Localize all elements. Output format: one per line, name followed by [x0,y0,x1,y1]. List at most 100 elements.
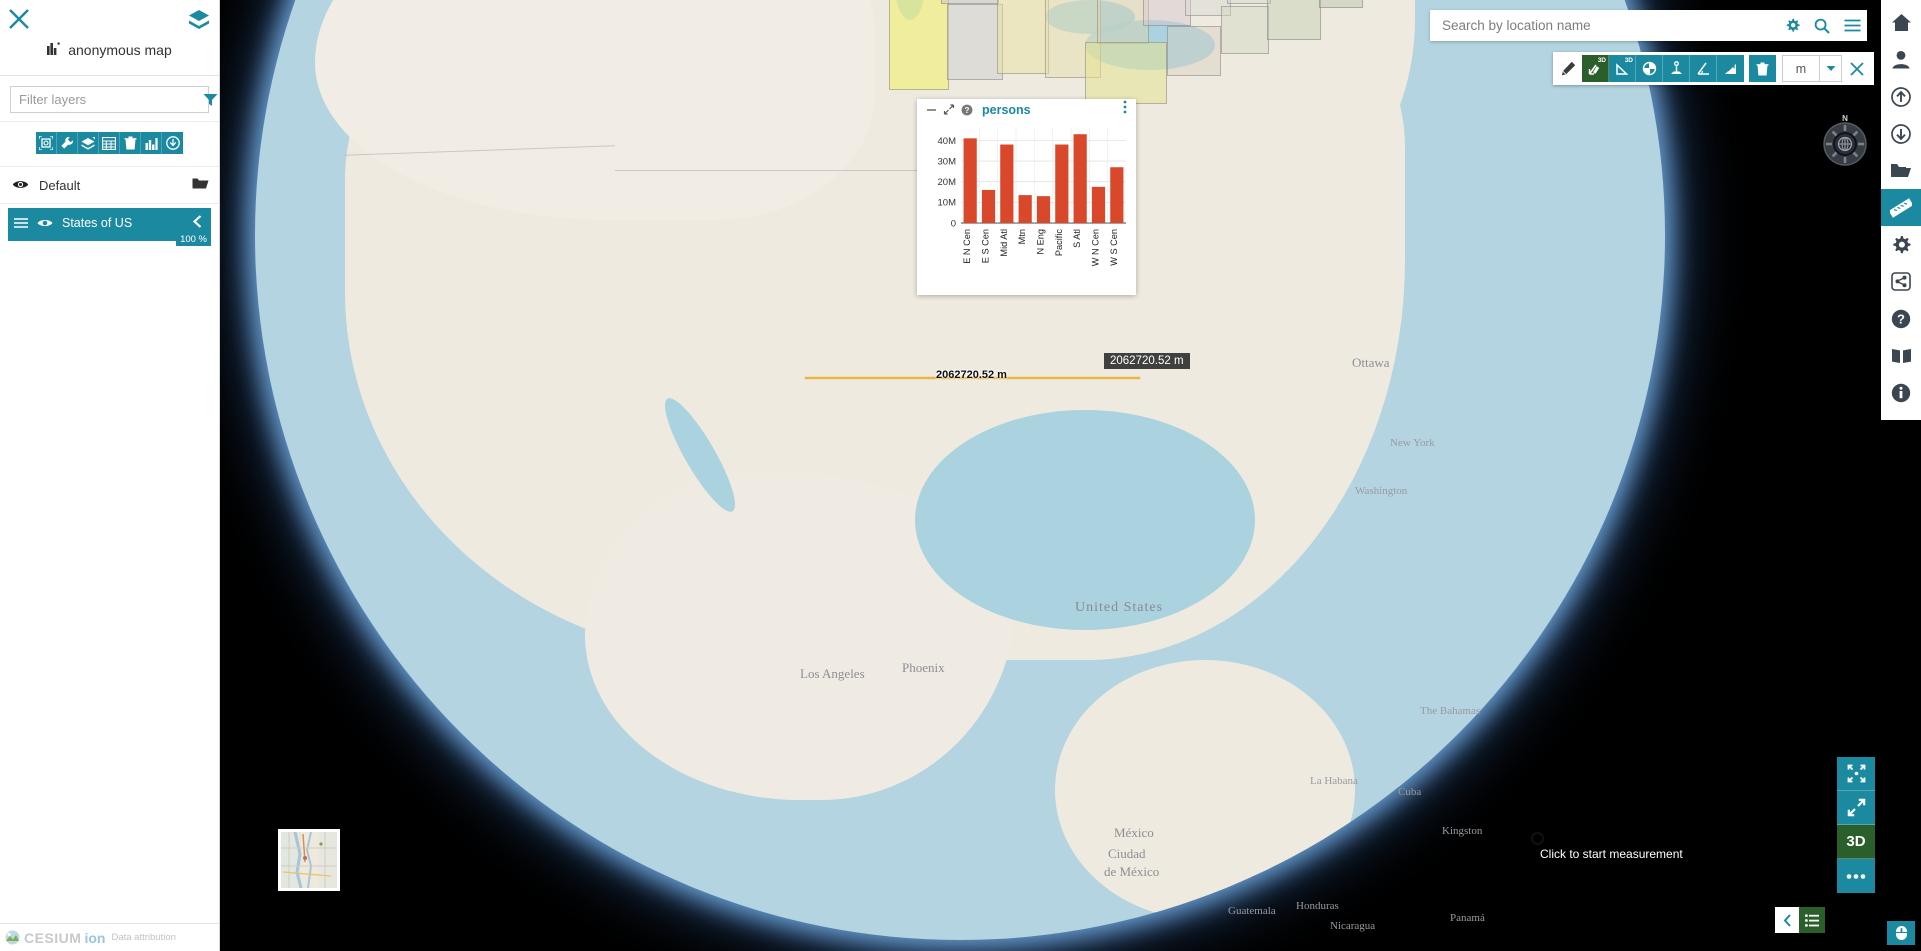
import-up-icon[interactable] [1881,78,1921,115]
bar-chart-svg[interactable]: 0 10M 20M 30M 40M E N Cen E S Cen Mid Atl Mtn N E… [917,120,1136,295]
state-polygon[interactable] [1143,0,1191,26]
eye-icon[interactable] [37,216,53,231]
chart-bar[interactable] [1018,195,1032,223]
chart-xtick-label: S Atl [1072,229,1082,248]
chart-bar[interactable] [1055,144,1069,223]
measure-slope-button[interactable] [1717,55,1744,82]
right-icon-rail: ? [1881,0,1921,420]
compass-widget[interactable]: N [1817,112,1873,168]
measure-area-3d-button[interactable]: 3D [1609,55,1636,82]
chart-bar[interactable] [981,189,996,223]
download-circle-icon[interactable] [162,132,183,154]
more-options-button[interactable] [1837,859,1875,893]
wrench-settings-icon[interactable] [57,132,78,154]
measure-bearing-button[interactable] [1636,55,1663,82]
mode-3d-superscript: 3D [1624,57,1633,64]
toggle-3d-button[interactable]: 3D [1837,825,1875,859]
list-view-icon[interactable] [1799,907,1825,933]
gear-icon[interactable] [1881,226,1921,263]
measure-height-button[interactable] [1663,55,1690,82]
state-polygon[interactable] [1167,26,1221,76]
layers-stack-icon[interactable] [187,8,211,30]
chart-bar[interactable] [1110,167,1124,223]
clear-measurements-button[interactable] [1749,55,1776,82]
map-title-text: anonymous map [68,42,172,58]
state-polygon[interactable] [1227,0,1271,4]
chevron-left-icon[interactable] [1775,907,1799,933]
chart-bar[interactable] [1091,186,1106,223]
measure-unit-value[interactable]: m [1782,55,1820,82]
layer-style-icon[interactable] [78,132,99,154]
chart-bar[interactable] [1073,134,1087,223]
filter-layers-box[interactable] [10,86,218,113]
folder-icon[interactable] [192,177,209,193]
state-polygon[interactable] [997,0,1049,74]
measurement-cursor [1531,832,1544,845]
application-root: Ottawa New York Washington United States Los… [0,0,1921,951]
mouse-position-icon[interactable] [1887,921,1915,945]
data-attribution-link[interactable]: Data attribution [111,932,175,943]
search-input[interactable] [1430,18,1777,33]
layer-group-default[interactable]: Default [0,167,219,204]
ruler-icon[interactable] [1881,189,1921,226]
measure-distance-3d-button[interactable]: 3D [1582,55,1609,82]
measure-angle-button[interactable] [1690,55,1717,82]
measure-toolbar: 3D 3D m [1553,52,1874,85]
ion-brand-text: ion [84,929,106,946]
info-circle-icon[interactable] [1881,374,1921,411]
layers-panel-header: anonymous map [0,0,219,76]
close-icon[interactable] [6,6,32,32]
search-icon[interactable] [1807,10,1837,41]
resize-diagonal-icon[interactable] [943,104,955,115]
hamburger-menu-icon[interactable] [1837,10,1867,41]
attribute-table-icon[interactable] [99,132,120,154]
chart-xtick-label: E S Cen [981,229,991,263]
pencil-icon[interactable] [1555,52,1582,85]
state-polygon[interactable] [1267,0,1321,40]
state-polygon[interactable] [1097,0,1149,44]
eye-icon[interactable] [12,178,29,193]
chart-widget-persons[interactable]: ? persons 0 10M 20M 30M 40M E N Cen E S Cen Mid… [917,99,1136,295]
close-measure-toolbar-button[interactable] [1842,52,1872,85]
chevron-left-icon[interactable] [192,215,203,231]
share-icon[interactable] [1881,263,1921,300]
chart-bars-icon[interactable] [141,132,162,154]
kebab-menu-icon[interactable] [1121,100,1129,119]
folder-icon[interactable] [1881,152,1921,189]
zoom-to-extent-button[interactable] [1837,757,1875,791]
help-circle-icon[interactable]: ? [1881,300,1921,337]
layer-group-label: Default [39,177,81,193]
search-bar[interactable] [1430,10,1867,41]
state-polygon[interactable] [889,0,949,90]
drag-handle-icon[interactable] [14,216,28,231]
filter-layers-input[interactable] [11,92,203,107]
chart-bar[interactable] [1000,144,1014,223]
chart-bar[interactable] [963,138,977,223]
home-icon[interactable] [1881,4,1921,41]
chart-bar[interactable] [1036,196,1051,223]
layers-panel: anonymous map Filter layers Default Stat… [0,0,220,951]
state-polygon[interactable] [1221,6,1269,54]
fullscreen-button[interactable] [1837,791,1875,825]
measure-mode-group: 3D 3D [1582,55,1744,82]
bottom-pager [1775,907,1825,933]
export-down-icon[interactable] [1881,115,1921,152]
state-polygon[interactable] [1319,0,1363,8]
gear-icon[interactable] [1777,10,1807,41]
cesium-ion-logo[interactable]: CESIUM ion [4,930,105,946]
book-icon[interactable] [1881,337,1921,374]
help-circle-icon[interactable]: ? [961,104,973,116]
zoom-to-layer-icon[interactable] [36,132,57,154]
chart-plot-area[interactable]: 0 10M 20M 30M 40M E N Cen E S Cen Mid Atl Mtn N E… [917,120,1136,295]
state-polygon[interactable] [1085,42,1167,104]
user-account-icon[interactable] [1881,41,1921,78]
compass-north-label: N [1842,114,1848,123]
chart-xtick-label: Mid Atl [999,229,1009,257]
caret-down-icon[interactable] [1820,55,1842,82]
minimize-icon[interactable] [926,105,937,115]
funnel-filter-icon[interactable] [203,93,218,107]
layers-toolbar [0,122,219,167]
overview-minimap[interactable] [278,829,340,891]
trash-icon[interactable] [120,132,141,154]
state-polygon[interactable] [947,4,1003,80]
